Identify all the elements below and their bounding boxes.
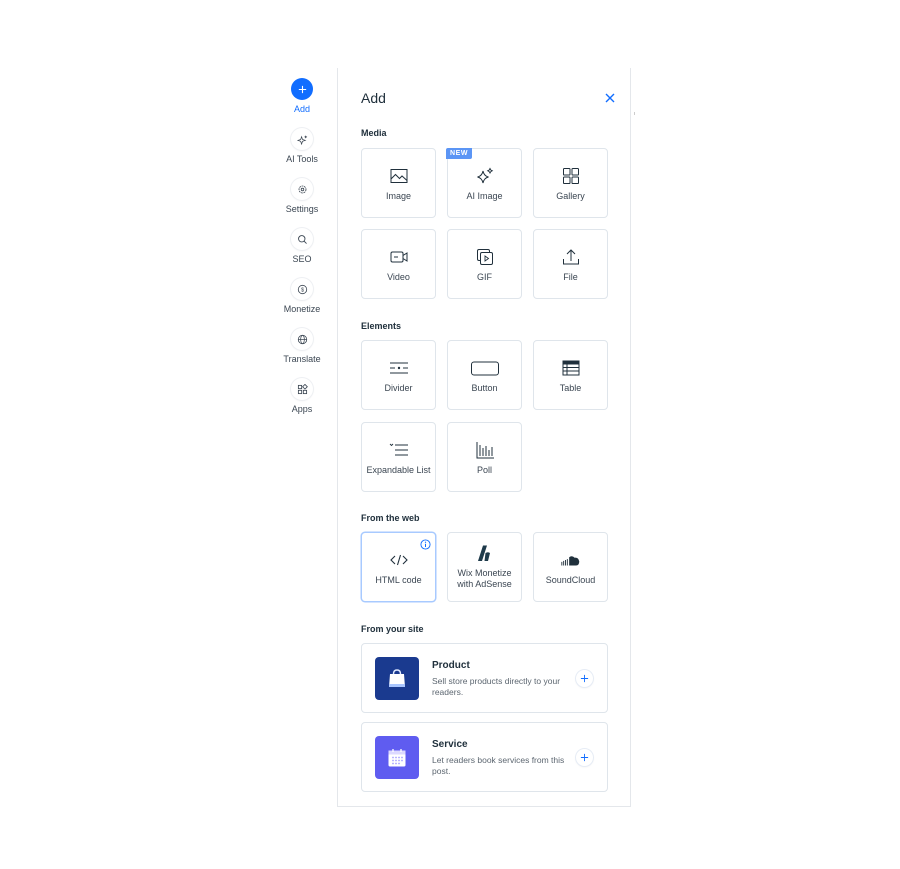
expandable-list-icon xyxy=(388,439,410,461)
rail-item-settings[interactable]: Settings xyxy=(272,178,332,228)
code-icon xyxy=(388,549,410,571)
rail-item-label: SEO xyxy=(292,254,312,264)
add-service-button[interactable] xyxy=(576,749,593,766)
rail-item-label: Translate xyxy=(283,354,321,364)
tile-divider[interactable]: Divider xyxy=(361,340,436,410)
tile-video[interactable]: Video xyxy=(361,229,436,299)
tile-image[interactable]: Image xyxy=(361,148,436,218)
tile-label: Poll xyxy=(476,465,492,475)
plus-icon xyxy=(291,78,313,100)
adsense-icon xyxy=(474,543,496,565)
tile-ai-image[interactable]: NEW AI Image xyxy=(446,148,522,218)
sparkle-icon xyxy=(474,165,496,187)
info-icon[interactable] xyxy=(420,537,431,550)
section-title-from-your-site: From your site xyxy=(361,624,424,634)
tile-label: Wix Monetize with AdSense xyxy=(457,568,512,590)
tile-label: Divider xyxy=(384,383,413,393)
tile-label-line1: Wix Monetize xyxy=(457,568,512,578)
soundcloud-icon xyxy=(560,549,582,571)
tile-label-line2: with AdSense xyxy=(457,579,512,589)
apps-icon xyxy=(291,378,313,400)
rail-item-label: AI Tools xyxy=(286,154,318,164)
tile-label: SoundCloud xyxy=(545,575,596,585)
tile-label: Expandable List xyxy=(366,465,431,475)
tile-poll[interactable]: Poll xyxy=(447,422,522,492)
add-product-button[interactable] xyxy=(576,670,593,687)
card-title: Product xyxy=(432,660,470,671)
rail-item-translate[interactable]: Translate xyxy=(272,328,332,378)
tile-label: AI Image xyxy=(466,191,503,201)
poll-icon xyxy=(474,439,496,461)
rail-item-seo[interactable]: SEO xyxy=(272,228,332,278)
rail-item-monetize[interactable]: $ Monetize xyxy=(272,278,332,328)
grid-icon xyxy=(560,165,582,187)
tile-label: Image xyxy=(385,191,411,201)
tile-label: GIF xyxy=(477,272,492,282)
tile-html-code[interactable]: HTML code xyxy=(361,532,436,602)
panel-title: Add xyxy=(361,90,386,106)
tile-expandable-list[interactable]: Expandable List xyxy=(361,422,436,492)
card-title: Service xyxy=(432,739,468,750)
shopping-bag-icon xyxy=(375,657,419,700)
dollar-coin-icon: $ xyxy=(291,278,313,300)
section-title-media: Media xyxy=(361,128,387,138)
tile-label: Gallery xyxy=(556,191,585,201)
card-description: Sell store products directly to your rea… xyxy=(432,676,561,697)
tile-label: File xyxy=(563,272,578,282)
tile-button[interactable]: Button xyxy=(447,340,522,410)
card-description: Let readers book services from this post… xyxy=(432,755,565,776)
gear-icon xyxy=(291,178,313,200)
tile-label: HTML code xyxy=(375,575,422,585)
tile-label: Button xyxy=(471,383,498,393)
tile-file[interactable]: File xyxy=(533,229,608,299)
tile-soundcloud[interactable]: SoundCloud xyxy=(533,532,608,602)
tile-gallery[interactable]: Gallery xyxy=(533,148,608,218)
search-icon xyxy=(291,228,313,250)
plus-icon xyxy=(580,674,589,683)
section-title-elements: Elements xyxy=(361,321,402,331)
globe-icon xyxy=(291,328,313,350)
tile-label: Video xyxy=(387,272,410,282)
tile-label: Table xyxy=(559,383,582,393)
divider-icon xyxy=(388,357,410,379)
rail-item-label: Settings xyxy=(285,204,319,214)
card-service[interactable]: Service Let readers book services from t… xyxy=(361,722,608,792)
rail-item-add[interactable]: Add xyxy=(272,78,332,128)
calendar-icon xyxy=(375,736,419,779)
add-panel: Add Media Image NEW AI Image Gallery Vid… xyxy=(337,68,635,807)
new-badge: NEW xyxy=(446,148,473,159)
gif-icon xyxy=(474,246,496,268)
table-icon xyxy=(560,357,582,379)
video-camera-icon xyxy=(388,246,410,268)
tile-table[interactable]: Table xyxy=(533,340,608,410)
left-rail: Add AI Tools Settings SEO $ Monetize Tra… xyxy=(272,78,332,428)
card-product[interactable]: Product Sell store products directly to … xyxy=(361,643,608,713)
tile-gif[interactable]: GIF xyxy=(447,229,522,299)
close-icon[interactable] xyxy=(603,91,617,105)
upload-icon xyxy=(560,246,582,268)
button-icon xyxy=(470,357,500,379)
scrollbar[interactable] xyxy=(634,112,635,115)
rail-item-ai-tools[interactable]: AI Tools xyxy=(272,128,332,178)
svg-text:$: $ xyxy=(300,287,303,293)
sparkle-icon xyxy=(291,128,313,150)
tile-wix-monetize-adsense[interactable]: Wix Monetize with AdSense xyxy=(447,532,522,602)
rail-item-apps[interactable]: Apps xyxy=(272,378,332,428)
image-icon xyxy=(388,165,410,187)
rail-item-label: Add xyxy=(293,104,310,114)
plus-icon xyxy=(580,753,589,762)
rail-item-label: Apps xyxy=(291,404,313,414)
rail-item-label: Monetize xyxy=(283,304,321,314)
section-title-from-the-web: From the web xyxy=(361,513,420,523)
